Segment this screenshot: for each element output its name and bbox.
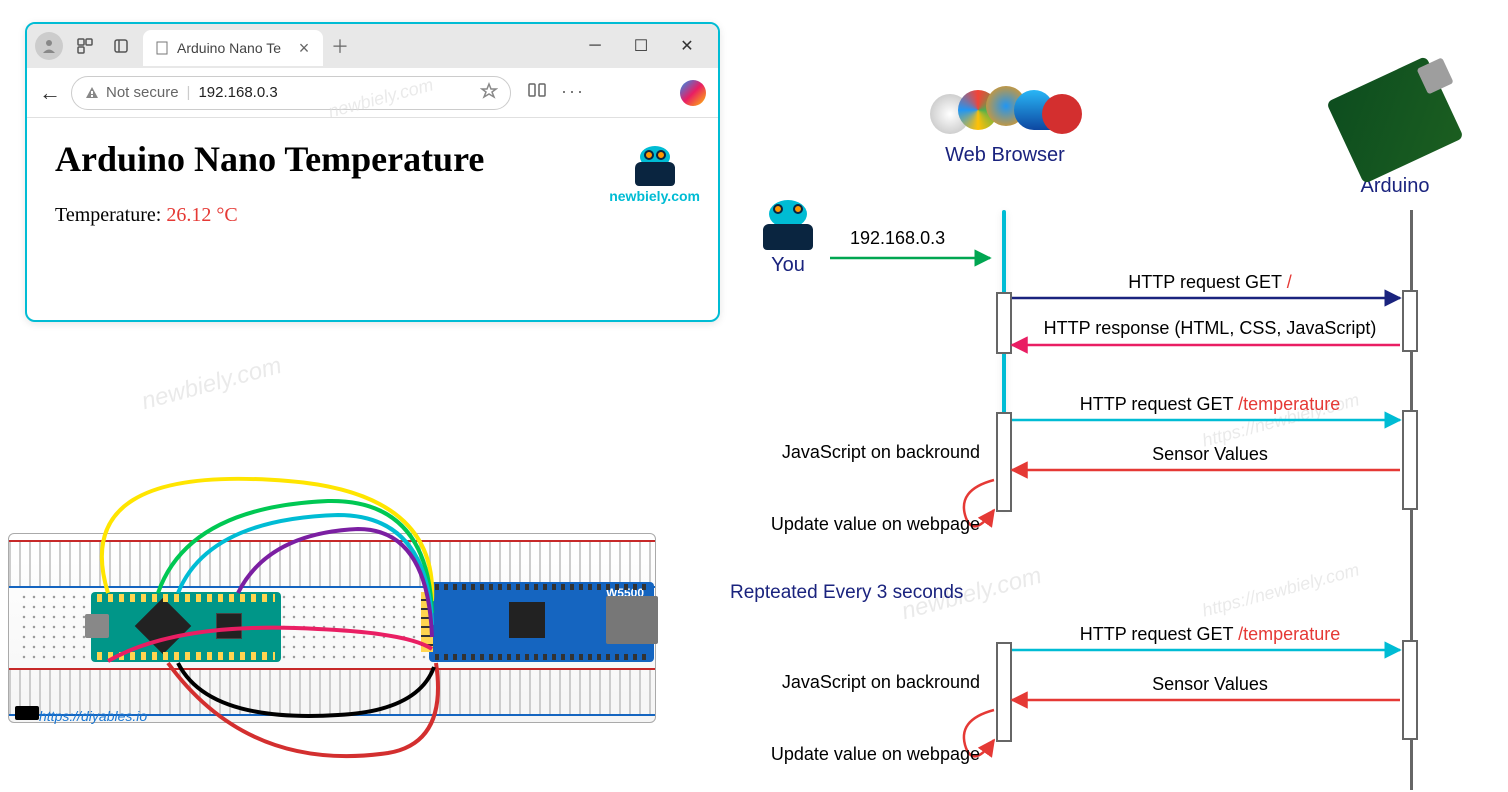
diy-badge-icon [15, 706, 39, 720]
label-msg3b: HTTP request GET /temperature [1020, 624, 1400, 645]
label-msg1: HTTP request GET / [1020, 272, 1400, 293]
profile-icon[interactable] [35, 32, 63, 60]
webpage-content: newbiely.com Arduino Nano Temperature Te… [27, 118, 718, 247]
label-ip: 192.168.0.3 [850, 228, 945, 249]
page-heading: Arduino Nano Temperature [55, 138, 690, 180]
minimize-button[interactable]: ─ [572, 30, 618, 62]
newbiely-logo: newbiely.com [609, 146, 700, 204]
star-icon [480, 82, 498, 100]
more-button[interactable]: ··· [561, 81, 585, 104]
window-controls: ─ ☐ ✕ [572, 30, 710, 62]
temperature-line: Temperature: 26.12 °C [55, 204, 690, 227]
workspaces-icon[interactable] [71, 32, 99, 60]
label-msg4b: Sensor Values [1020, 674, 1400, 695]
security-text: Not secure [106, 84, 179, 101]
label-side1: JavaScript on backround [730, 442, 980, 463]
label-side1b: JavaScript on backround [730, 672, 980, 693]
new-tab-button[interactable]: ＋ [331, 37, 349, 55]
browser-tabbar: Arduino Nano Te × ＋ ─ ☐ ✕ [27, 24, 718, 68]
ethernet-module: W5500 [429, 582, 654, 662]
vert-tabs-icon[interactable] [107, 32, 135, 60]
close-button[interactable]: ✕ [664, 30, 710, 62]
temperature-label: Temperature: [55, 204, 166, 226]
tab-title: Arduino Nano Te [177, 40, 287, 56]
diyables-link: https://diyables.io [39, 708, 147, 724]
browser-tab[interactable]: Arduino Nano Te × [143, 30, 323, 66]
tab-close-button[interactable]: × [295, 39, 313, 57]
split-icon [527, 81, 547, 99]
address-bar: ← Not secure | 192.168.0.3 ··· [27, 68, 718, 118]
label-side2: Update value on webpage [730, 514, 980, 535]
label-msg4: Sensor Values [1020, 444, 1400, 465]
maximize-button[interactable]: ☐ [618, 30, 664, 62]
url-input[interactable]: Not secure | 192.168.0.3 [71, 76, 511, 110]
newbiely-text: newbiely.com [609, 188, 700, 204]
wiring-diagram: W5500 https://diyables.io [8, 453, 698, 783]
security-indicator[interactable]: Not secure [84, 84, 179, 101]
owl-icon [631, 146, 679, 186]
favorite-button[interactable] [480, 82, 498, 104]
page-icon [155, 41, 169, 55]
split-screen-button[interactable] [527, 81, 547, 104]
warning-icon [84, 85, 100, 101]
sequence-diagram: You Web Browser Arduino [700, 70, 1500, 790]
label-msg2: HTTP response (HTML, CSS, JavaScript) [1020, 318, 1400, 339]
browser-window: Arduino Nano Te × ＋ ─ ☐ ✕ ← Not secure |… [25, 22, 720, 322]
back-button[interactable]: ← [39, 80, 61, 106]
url-text: 192.168.0.3 [198, 84, 277, 101]
breadboard: W5500 https://diyables.io [8, 533, 656, 723]
label-repeat: Repteated Every 3 seconds [730, 582, 963, 604]
watermark: newbiely.com [139, 352, 285, 416]
arduino-nano-board [91, 592, 281, 662]
temperature-value: 26.12 °C [166, 204, 237, 226]
label-msg3: HTTP request GET /temperature [1020, 394, 1400, 415]
label-side2b: Update value on webpage [730, 744, 980, 765]
